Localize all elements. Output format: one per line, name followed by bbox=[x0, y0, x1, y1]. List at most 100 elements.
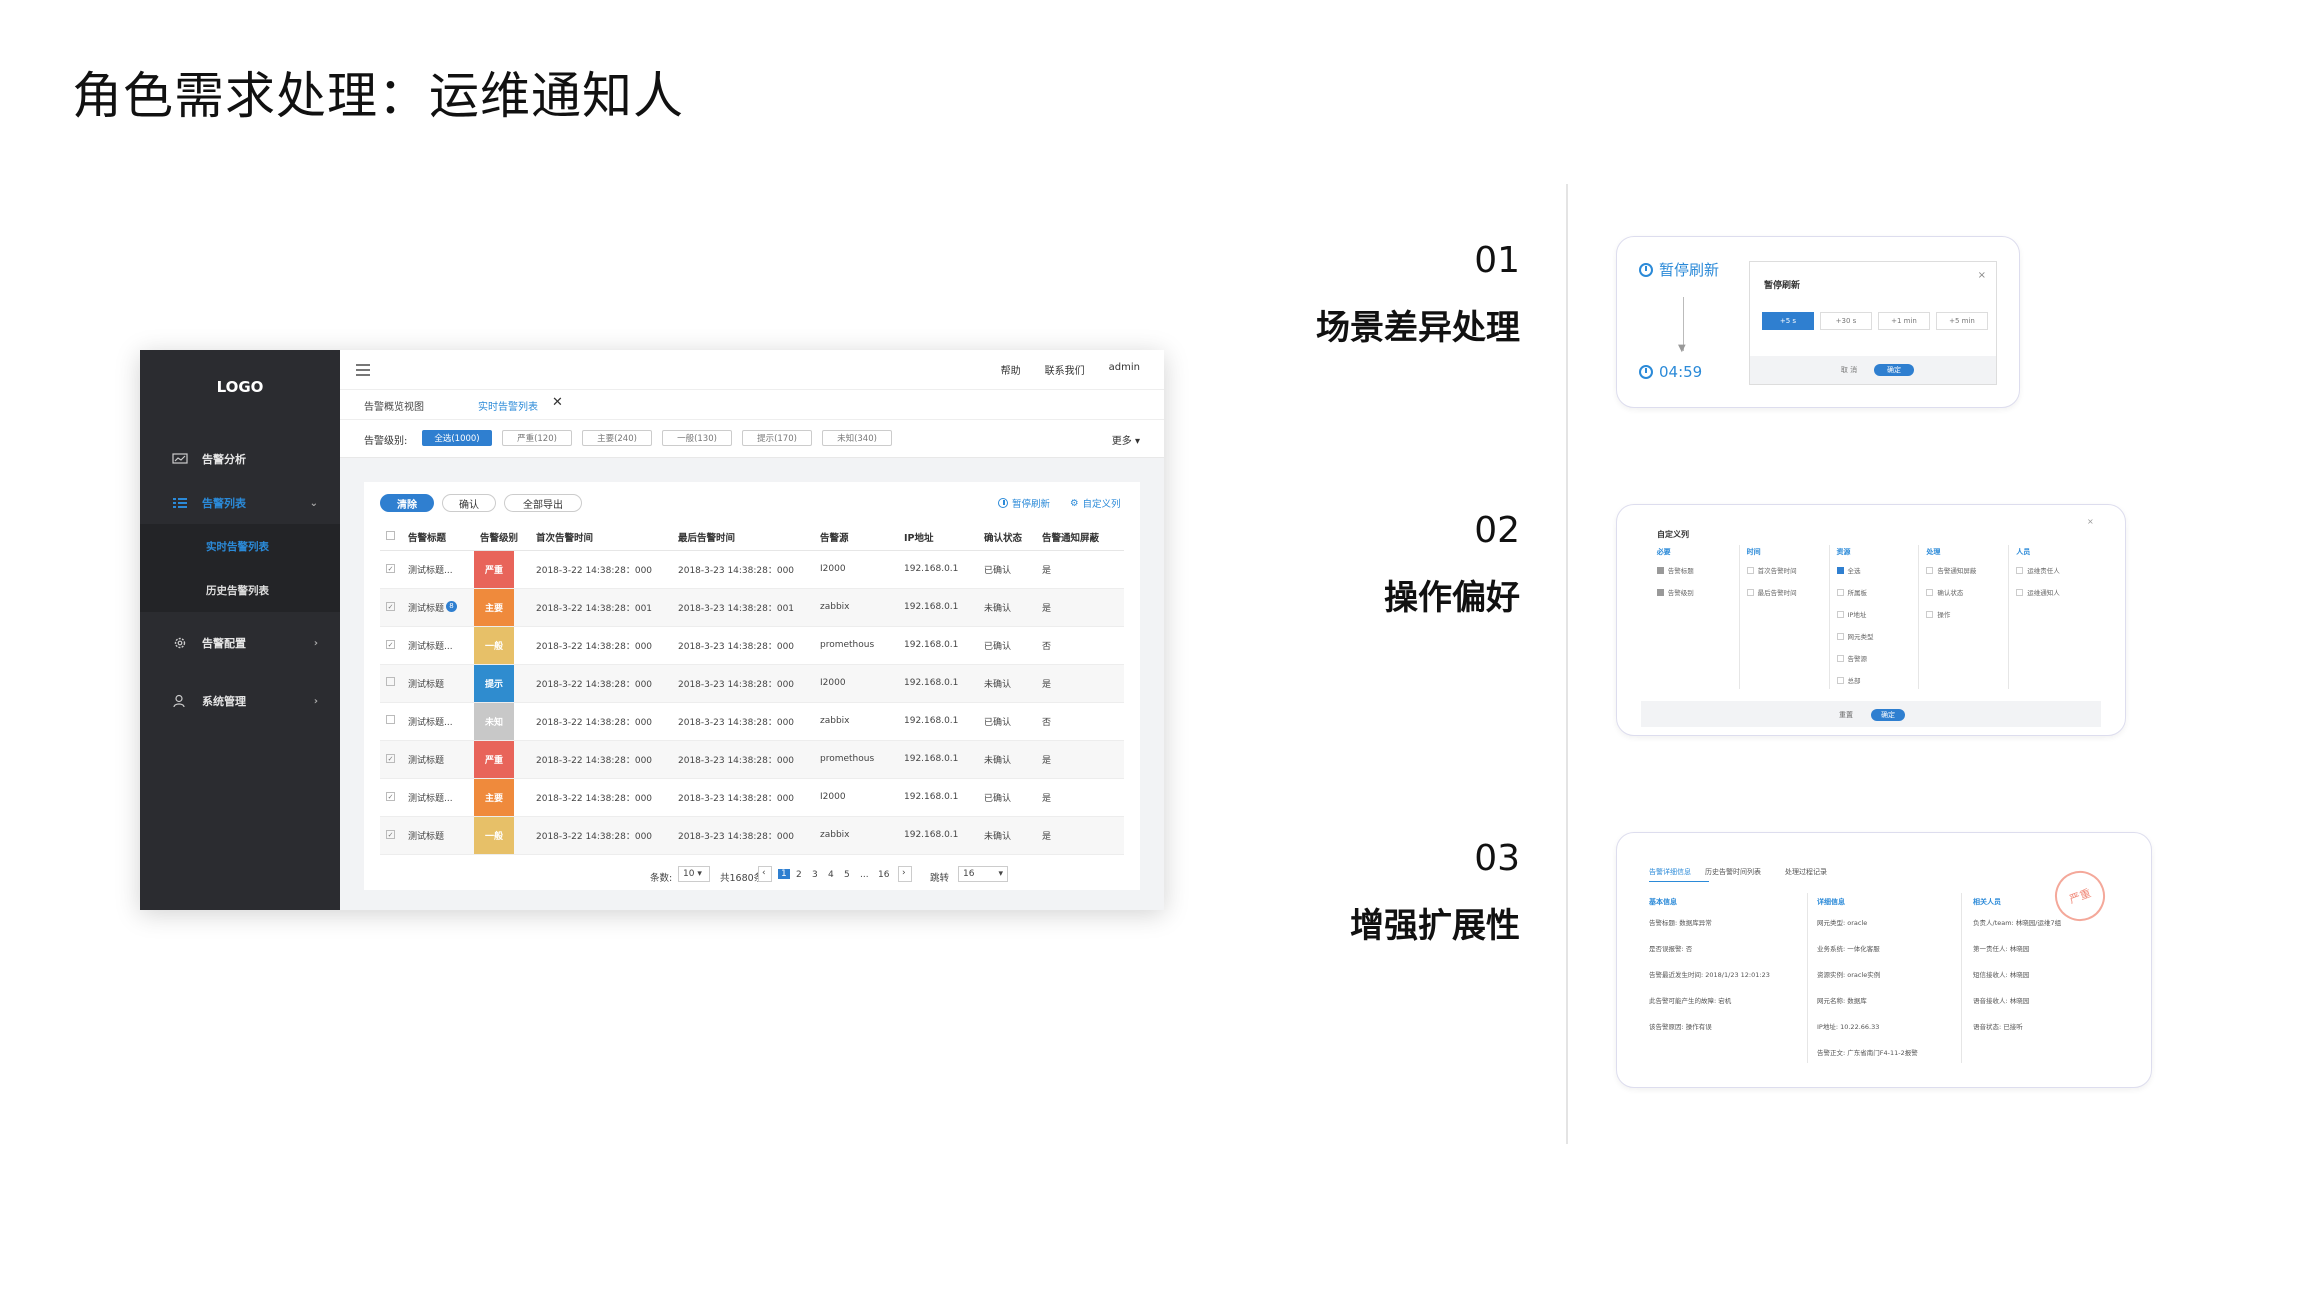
column-option[interactable]: 所属板 bbox=[1836, 587, 1868, 597]
page-5[interactable]: 5 bbox=[844, 870, 850, 880]
table-row[interactable]: ✓ 测试标题... 一般 2018-3-22 14:38:28：000 2018-3-2… bbox=[380, 626, 1124, 665]
page-3[interactable]: 3 bbox=[812, 870, 818, 880]
column-option[interactable]: 告警源 bbox=[1836, 653, 1867, 663]
nav-item-alarm-config[interactable]: 告警配置 › bbox=[140, 622, 340, 664]
row-checkbox[interactable]: ✓ bbox=[380, 778, 402, 817]
column-option[interactable]: 告警级别 bbox=[1656, 587, 1694, 597]
confirm-button[interactable]: 确认 bbox=[442, 494, 496, 512]
custom-columns-link[interactable]: ⚙ 自定义列 bbox=[1070, 496, 1121, 511]
option-5min[interactable]: +5 min bbox=[1936, 312, 1988, 330]
gear-icon bbox=[172, 637, 188, 649]
page-size-select[interactable]: 10 ▾ bbox=[678, 866, 710, 882]
option-1min[interactable]: +1 min bbox=[1878, 312, 1930, 330]
column-option[interactable]: 告警通知屏蔽 bbox=[1926, 565, 1976, 575]
column-header[interactable]: IP地址 bbox=[898, 524, 978, 551]
tab-process-log[interactable]: 处理过程记录 bbox=[1785, 867, 1827, 877]
table-row[interactable]: 测试标题 提示 2018-3-22 14:38:28：000 2018-3-23 14… bbox=[380, 664, 1124, 703]
column-option[interactable]: 全选 bbox=[1836, 565, 1861, 575]
pause-refresh-link[interactable]: 暂停刷新 bbox=[1639, 259, 1719, 280]
tab-alarm-detail[interactable]: 告警详细信息 bbox=[1649, 867, 1691, 877]
tab-realtime-list[interactable]: 实时告警列表 bbox=[478, 398, 538, 413]
select-all-checkbox[interactable] bbox=[380, 524, 402, 551]
column-option[interactable]: 首次告警时间 bbox=[1746, 565, 1797, 575]
row-checkbox[interactable] bbox=[380, 664, 402, 703]
page-1[interactable]: 1 bbox=[778, 869, 790, 879]
level-chip-minor[interactable]: 一般(130) bbox=[662, 430, 732, 446]
tab-overview[interactable]: 告警概览视图 bbox=[364, 398, 424, 413]
row-checkbox[interactable]: ✓ bbox=[380, 816, 402, 855]
confirm-status: 已确认 bbox=[978, 626, 1036, 665]
level-chip-hint[interactable]: 提示(170) bbox=[742, 430, 812, 446]
ok-button[interactable]: 确定 bbox=[1871, 709, 1905, 721]
column-option[interactable]: 网元类型 bbox=[1836, 631, 1874, 641]
close-icon[interactable]: × bbox=[2087, 517, 2094, 526]
column-option[interactable]: 告警标题 bbox=[1656, 565, 1694, 575]
column-option[interactable]: 运维责任人 bbox=[2016, 565, 2060, 575]
page-4[interactable]: 4 bbox=[828, 870, 834, 880]
reset-button[interactable]: 重置 bbox=[1831, 709, 1861, 721]
page-16[interactable]: 16 bbox=[878, 870, 889, 880]
row-checkbox[interactable]: ✓ bbox=[380, 740, 402, 779]
option-label: 所属板 bbox=[1847, 589, 1868, 597]
column-option[interactable]: 总部 bbox=[1836, 675, 1861, 685]
nav-sub-history-list[interactable]: 历史告警列表 bbox=[140, 568, 340, 612]
menu-icon[interactable] bbox=[356, 364, 370, 376]
level-chip-unknown[interactable]: 未知(340) bbox=[822, 430, 892, 446]
level-chip-critical[interactable]: 严重(120) bbox=[502, 430, 572, 446]
option-5s[interactable]: +5 s bbox=[1762, 312, 1814, 330]
option-label: 全选 bbox=[1847, 567, 1861, 575]
column-option[interactable]: IP地址 bbox=[1836, 609, 1866, 619]
column-header[interactable]: 告警标题 bbox=[402, 524, 474, 551]
column-option[interactable]: 操作 bbox=[1926, 609, 1950, 619]
row-checkbox[interactable] bbox=[380, 702, 402, 741]
content-area: 帮助 联系我们 admin 告警概览视图 实时告警列表 ✕ 告警级别: 全选(1… bbox=[340, 350, 1164, 910]
help-link[interactable]: 帮助 bbox=[1001, 362, 1021, 377]
table-row[interactable]: 测试标题... 未知 2018-3-22 14:38:28：000 2018-3-23… bbox=[380, 702, 1124, 741]
level-tag: 一般 bbox=[474, 626, 514, 663]
close-icon[interactable]: × bbox=[1978, 270, 1986, 281]
option-30s[interactable]: +30 s bbox=[1820, 312, 1872, 330]
basic-field: 此告警可能产生的故障: 宕机 bbox=[1649, 997, 1732, 1005]
export-all-button[interactable]: 全部导出 bbox=[504, 494, 582, 512]
user-menu[interactable]: admin bbox=[1109, 362, 1140, 377]
nav-item-alarm-list[interactable]: 告警列表 ⌄ bbox=[140, 482, 340, 524]
page-2[interactable]: 2 bbox=[796, 870, 802, 880]
more-dropdown[interactable]: 更多 ▾ bbox=[1112, 432, 1140, 447]
level-tag: 主要 bbox=[474, 778, 514, 815]
table-row[interactable]: ✓ 测试标题... 严重 2018-3-22 14:38:28：000 2018-3-2… bbox=[380, 550, 1124, 589]
nav-sub-realtime-list[interactable]: 实时告警列表 bbox=[140, 524, 340, 568]
nav-item-system-admin[interactable]: 系统管理 › bbox=[140, 680, 340, 722]
row-checkbox[interactable]: ✓ bbox=[380, 626, 402, 665]
tab-history-time[interactable]: 历史告警时间列表 bbox=[1705, 867, 1761, 877]
close-icon[interactable]: ✕ bbox=[552, 395, 563, 410]
column-option[interactable]: 确认状态 bbox=[1926, 587, 1963, 597]
jump-input[interactable]: 16 ▾ bbox=[958, 866, 1008, 882]
cancel-button[interactable]: 取 消 bbox=[1832, 364, 1866, 376]
table-row[interactable]: ✓ 测试标题 8 主要 2018-3-22 14:38:28：001 2018-3-23 … bbox=[380, 588, 1124, 627]
ok-button[interactable]: 确定 bbox=[1874, 364, 1914, 376]
column-header[interactable]: 告警级别 bbox=[474, 524, 530, 551]
contact-link[interactable]: 联系我们 bbox=[1045, 362, 1085, 377]
prev-page-button[interactable]: ‹ bbox=[758, 866, 772, 882]
pause-refresh-link[interactable]: 暂停刷新 bbox=[998, 496, 1050, 510]
table-row[interactable]: ✓ 测试标题... 主要 2018-3-22 14:38:28：000 2018-3-2… bbox=[380, 778, 1124, 817]
first-alarm-time: 2018-3-22 14:38:28：000 bbox=[530, 778, 672, 817]
level-chip-all[interactable]: 全选(1000) bbox=[422, 430, 492, 446]
table-row[interactable]: ✓ 测试标题 一般 2018-3-22 14:38:28：000 2018-3-23 1… bbox=[380, 816, 1124, 855]
column-option[interactable]: 运维通知人 bbox=[2016, 587, 2060, 597]
next-page-button[interactable]: › bbox=[898, 866, 912, 882]
row-checkbox[interactable]: ✓ bbox=[380, 588, 402, 627]
row-checkbox[interactable]: ✓ bbox=[380, 550, 402, 589]
alarm-detail-card: 告警详细信息 历史告警时间列表 处理过程记录 基本信息 详细信息 相关人员 告警… bbox=[1616, 832, 2152, 1088]
table-row[interactable]: ✓ 测试标题 严重 2018-3-22 14:38:28：000 2018-3-23 1… bbox=[380, 740, 1124, 779]
column-option[interactable]: 最后告警时间 bbox=[1746, 587, 1797, 597]
column-header[interactable]: 告警源 bbox=[814, 524, 898, 551]
clear-button[interactable]: 清除 bbox=[380, 494, 434, 512]
level-chip-major[interactable]: 主要(240) bbox=[582, 430, 652, 446]
column-header[interactable]: 首次告警时间 bbox=[530, 524, 672, 551]
column-header[interactable]: 最后告警时间 bbox=[672, 524, 814, 551]
column-header[interactable]: 告警通知屏蔽 bbox=[1036, 524, 1124, 551]
last-alarm-time: 2018-3-23 14:38:28：000 bbox=[672, 550, 814, 589]
column-header[interactable]: 确认状态 bbox=[978, 524, 1036, 551]
nav-item-alarm-analysis[interactable]: 告警分析 bbox=[140, 438, 340, 480]
